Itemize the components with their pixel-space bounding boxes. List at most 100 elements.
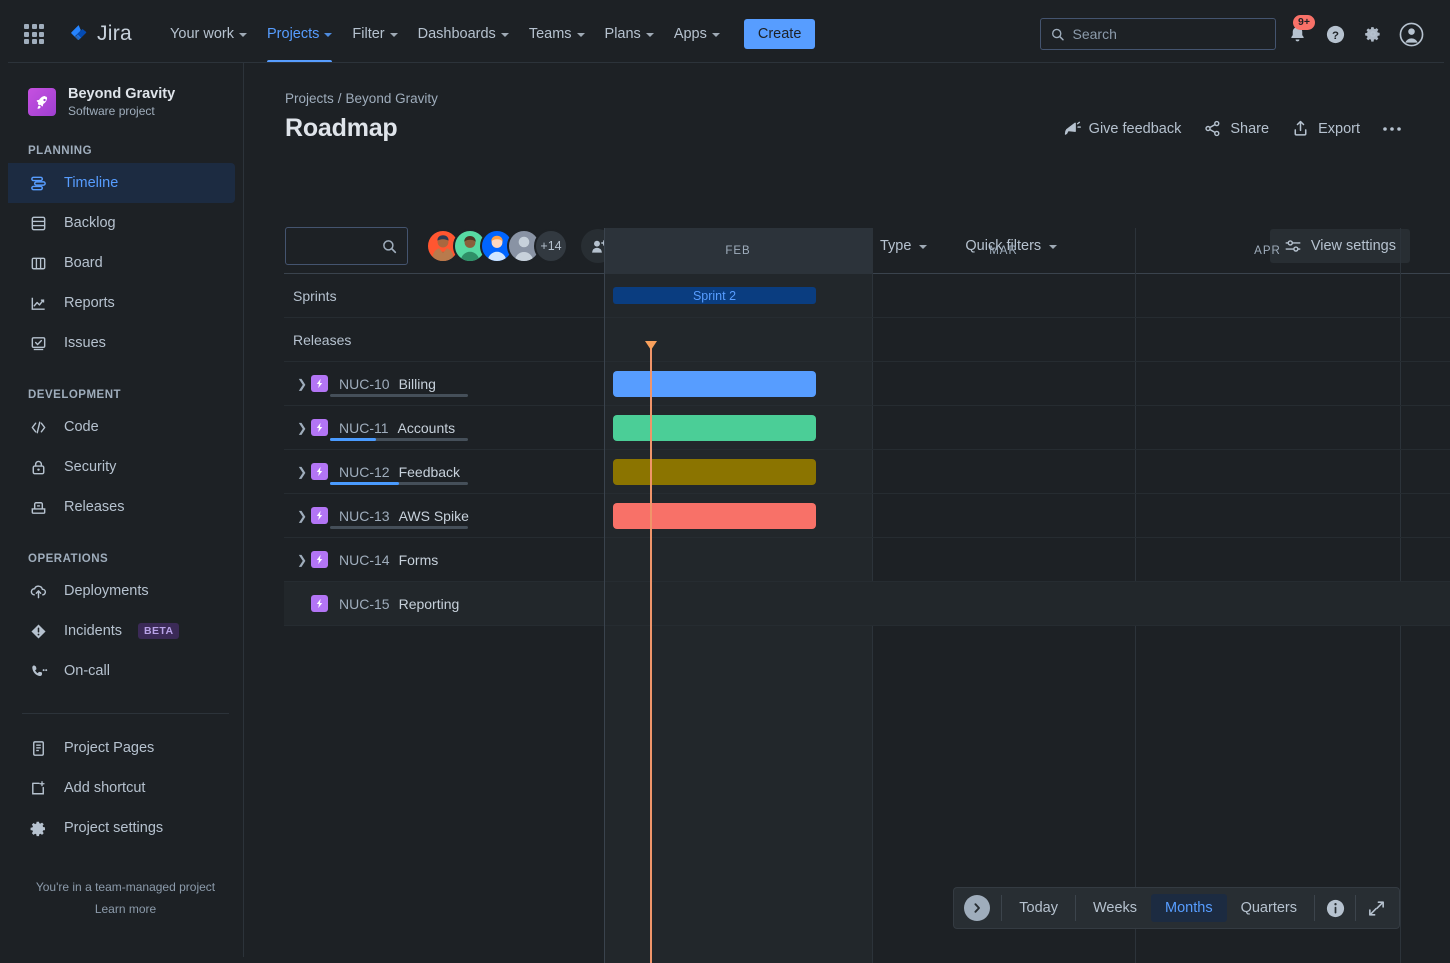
notifications-button[interactable]: 9+ (1280, 17, 1314, 51)
epic-bar[interactable] (613, 503, 816, 529)
chevron-down-icon (646, 33, 654, 37)
action-label: Share (1230, 121, 1269, 137)
give-feedback-button[interactable]: Give feedback (1054, 113, 1190, 144)
table-row[interactable]: ❯ NUC-12 Feedback (284, 450, 1450, 494)
fullscreen-icon (1367, 899, 1386, 918)
month-label: APR (1254, 245, 1281, 257)
nav-item-teams[interactable]: Teams (519, 6, 595, 62)
breadcrumb-projects[interactable]: Projects (285, 91, 334, 106)
sidebar-item-incidents[interactable]: Incidents BETA (8, 611, 235, 651)
timeline-month-header: FEB MAR APR (284, 228, 1450, 274)
sidebar-item-backlog[interactable]: Backlog (8, 203, 235, 243)
more-actions-button[interactable] (1374, 120, 1410, 138)
fullscreen-button[interactable] (1361, 893, 1391, 923)
expand-chevron-icon[interactable]: ❯ (293, 553, 311, 567)
sidebar-footer-note: You're in a team-managed project Learn m… (8, 876, 243, 920)
share-button[interactable]: Share (1195, 113, 1277, 144)
project-header[interactable]: Beyond Gravity Software project (8, 63, 243, 119)
zoom-weeks-button[interactable]: Weeks (1079, 894, 1151, 922)
action-label: Give feedback (1089, 121, 1182, 137)
epic-bar[interactable] (613, 459, 816, 485)
megaphone-icon (1062, 119, 1081, 138)
project-name: Beyond Gravity (68, 85, 175, 103)
epic-progress-fill (330, 482, 399, 485)
epic-key: NUC-15 (339, 596, 390, 612)
expand-chevron-icon[interactable]: ❯ (293, 509, 311, 523)
timeline-row-sprints: Sprints Sprint 2 (284, 274, 1450, 318)
epic-key: NUC-11 (339, 420, 389, 436)
incidents-icon (28, 621, 48, 641)
epic-key: NUC-14 (339, 552, 390, 568)
sidebar-item-label: Timeline (64, 175, 118, 191)
nav-item-projects[interactable]: Projects (257, 6, 342, 62)
epic-progress-fill (330, 438, 376, 441)
today-button[interactable]: Today (1005, 894, 1072, 922)
global-search-box[interactable] (1040, 18, 1276, 50)
epic-name: Feedback (399, 464, 460, 480)
table-row[interactable]: ❯ NUC-14 Forms (284, 538, 1450, 582)
nav-item-your-work[interactable]: Your work (160, 6, 257, 62)
learn-more-link[interactable]: Learn more (95, 902, 156, 916)
sidebar-item-on-call[interactable]: On-call (8, 651, 235, 691)
sidebar-item-label: Board (64, 255, 103, 271)
sidebar-item-deployments[interactable]: Deployments (8, 571, 235, 611)
expand-chevron-icon[interactable]: ❯ (293, 377, 311, 391)
breadcrumb-project[interactable]: Beyond Gravity (346, 91, 438, 106)
epic-icon (311, 419, 328, 436)
epic-icon (311, 375, 328, 392)
sidebar-item-reports[interactable]: Reports (8, 283, 235, 323)
nav-item-plans[interactable]: Plans (595, 6, 664, 62)
jira-logo[interactable]: Jira (68, 22, 132, 46)
nav-item-dashboards[interactable]: Dashboards (408, 6, 519, 62)
zoom-quarters-button[interactable]: Quarters (1227, 894, 1311, 922)
sidebar-item-code[interactable]: Code (8, 407, 235, 447)
timeline-info-button[interactable] (1320, 893, 1350, 923)
sidebar-item-board[interactable]: Board (8, 243, 235, 283)
account-avatar-icon (1399, 22, 1424, 47)
epic-name: Accounts (398, 420, 456, 436)
more-icon (1382, 126, 1402, 132)
export-button[interactable]: Export (1283, 113, 1368, 144)
month-header-feb: FEB (604, 228, 872, 274)
sidebar-item-project-settings[interactable]: Project settings (8, 808, 235, 848)
share-icon (1203, 119, 1222, 138)
table-row[interactable]: ❯ NUC-11 Accounts (284, 406, 1450, 450)
profile-button[interactable] (1394, 17, 1428, 51)
table-row[interactable]: NUC-15 Reporting (284, 582, 1450, 626)
search-icon (1051, 27, 1065, 42)
sidebar-item-security[interactable]: Security (8, 447, 235, 487)
toolbar-divider (1075, 895, 1076, 921)
app-switcher-icon[interactable] (22, 22, 46, 46)
expand-chevron-icon[interactable]: ❯ (293, 421, 311, 435)
table-row[interactable]: ❯ NUC-10 Billing (284, 362, 1450, 406)
table-row[interactable]: ❯ NUC-13 AWS Spike (284, 494, 1450, 538)
sidebar-item-label: On-call (64, 663, 110, 679)
sidebar-item-releases[interactable]: Releases (8, 487, 235, 527)
sidebar-item-add-shortcut[interactable]: Add shortcut (8, 768, 235, 808)
epic-bar[interactable] (613, 371, 816, 397)
zoom-months-button[interactable]: Months (1151, 894, 1227, 922)
sidebar-item-label: Issues (64, 335, 106, 351)
nav-item-filter[interactable]: Filter (342, 6, 407, 62)
nav-item-apps[interactable]: Apps (664, 6, 730, 62)
nav-label: Teams (529, 26, 572, 42)
month-label: MAR (989, 245, 1018, 257)
epic-name: Billing (399, 376, 436, 392)
svg-text:?: ? (1332, 29, 1339, 41)
sidebar-item-project-pages[interactable]: Project Pages (8, 728, 235, 768)
epic-bar[interactable] (613, 415, 816, 441)
help-button[interactable]: ? (1318, 17, 1352, 51)
sidebar-item-label: Reports (64, 295, 115, 311)
settings-button[interactable] (1356, 17, 1390, 51)
toolbar-divider (1314, 895, 1315, 921)
breadcrumb: Projects / Beyond Gravity (245, 63, 1450, 106)
expand-chevron-icon[interactable]: ❯ (293, 465, 311, 479)
sprint-bar[interactable]: Sprint 2 (613, 287, 816, 304)
global-search-input[interactable] (1073, 26, 1266, 42)
action-label: Export (1318, 121, 1360, 137)
create-button[interactable]: Create (744, 19, 816, 49)
collapse-panel-button[interactable] (964, 895, 990, 921)
chevron-down-icon (390, 33, 398, 37)
sidebar-item-issues[interactable]: Issues (8, 323, 235, 363)
sidebar-item-timeline[interactable]: Timeline (8, 163, 235, 203)
